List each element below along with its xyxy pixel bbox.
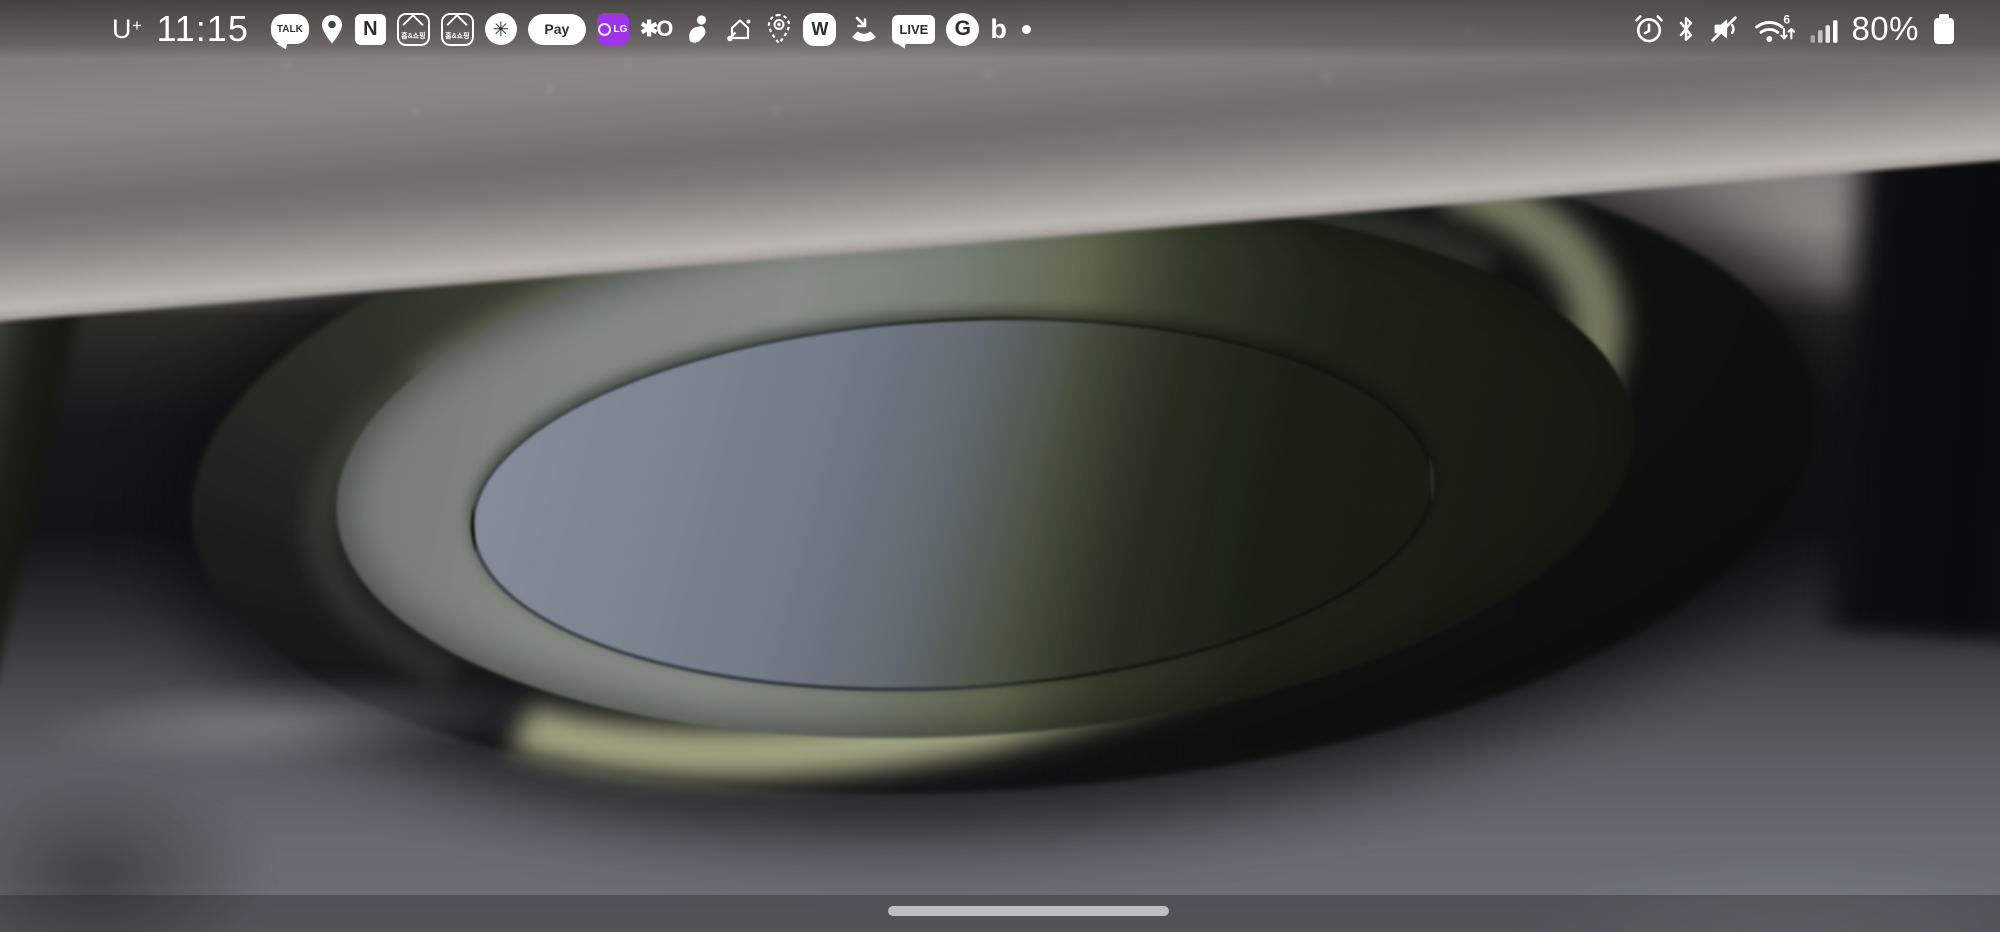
navigation-bar [0,895,2000,932]
vibrate-mute-icon [1708,14,1740,44]
lg-logo-circle [598,22,612,36]
system-status-icons: 6 80% [1634,10,1954,48]
baby-icon [682,13,712,45]
w-app-icon: W [803,12,837,46]
smart-home-icon [723,13,755,45]
location-pin-icon [320,14,344,45]
battery-percent-label: 80% [1851,10,1919,47]
home-shopping-icon-2: 홈&쇼핑 [440,12,474,46]
more-notifications-dot [1021,24,1031,34]
samsung-pay-icon: Pay [527,13,586,45]
bluetooth-icon [1677,14,1695,44]
band-icon: b [990,13,1007,44]
naver-icon: N [354,13,386,45]
gesture-pill[interactable] [888,906,1169,916]
kakaotalk-icon: TALK [270,14,309,44]
battery-icon [1934,14,1954,44]
carrier-label: U + [112,13,143,44]
status-bar[interactable]: U + 11:15 TALK N 홈&쇼핑 홈&쇼핑 ✳ Pay LG ✱O W… [0,0,2000,58]
home-shopping-icon: 홈&쇼핑 [396,12,430,46]
android-screenshot: U + 11:15 TALK N 홈&쇼핑 홈&쇼핑 ✳ Pay LG ✱O W… [0,0,2000,932]
missed-call-icon [847,14,881,44]
clock: 11:15 [156,8,249,49]
signal-strength-icon [1808,14,1838,44]
gem-icon: ✳ [484,13,517,45]
live-talk-icon: LIVE [892,14,936,44]
speaker-photo [0,0,2000,932]
lg-icon: LG [596,13,629,45]
g-app-icon: G [946,12,980,46]
alarm-icon [1634,14,1664,44]
notification-icons: TALK N 홈&쇼핑 홈&쇼핑 ✳ Pay LG ✱O W LIVE G b [270,12,1031,46]
wifi-6-icon: 6 [1753,13,1796,45]
wifi-6-label: 6 [1784,13,1791,27]
star-o-icon: ✱O [639,16,674,41]
dotted-pin-icon [766,13,792,45]
